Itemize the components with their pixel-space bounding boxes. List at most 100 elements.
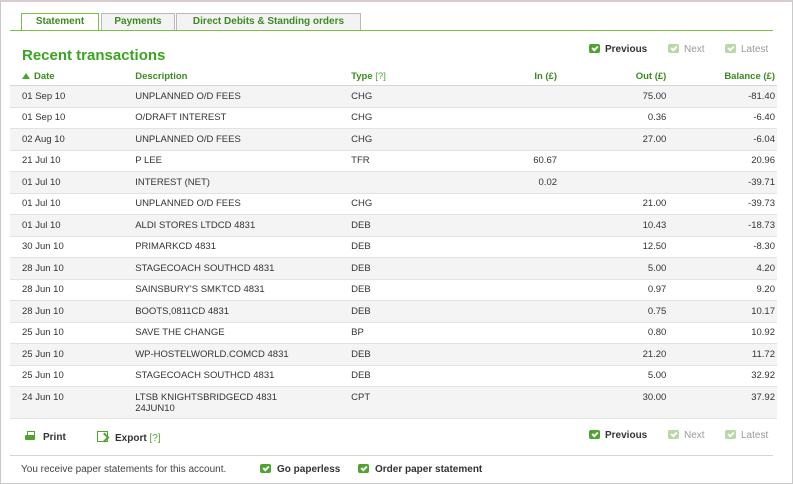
row-date: 01 Sep 10 xyxy=(10,85,136,108)
row-date: 28 Jun 10 xyxy=(10,257,136,280)
row-type: BP xyxy=(351,322,462,344)
row-description: PRIMARKCD 4831 xyxy=(135,236,352,258)
sort-up-icon xyxy=(22,73,30,79)
column-date-label: Date xyxy=(34,71,55,82)
column-date[interactable]: Date xyxy=(10,68,136,86)
pager-bottom: Previous Next Latest xyxy=(589,429,779,443)
row-out: 0.75 xyxy=(557,300,667,323)
column-description: Description xyxy=(135,68,352,86)
previous-button[interactable]: Previous xyxy=(589,43,647,56)
export-help-link[interactable]: [?] xyxy=(149,433,160,444)
go-paperless-link[interactable]: Go paperless xyxy=(260,464,340,475)
row-description: O/DRAFT INTEREST xyxy=(135,107,352,129)
table-row: 01 Jul 10 INTEREST (NET) 0.02 -39.71 xyxy=(10,171,777,194)
row-balance: -8.30 xyxy=(666,236,777,258)
export-button[interactable]: Export [?] xyxy=(97,431,161,444)
row-out: 0.36 xyxy=(557,107,667,129)
row-out xyxy=(557,171,667,194)
table-row: 28 Jun 10 SAINSBURY'S SMKTCD 4831 DEB 0.… xyxy=(10,279,777,301)
row-date: 28 Jun 10 xyxy=(10,279,136,301)
latest-label: Latest xyxy=(741,44,769,55)
page-title: Recent transactions xyxy=(22,47,166,64)
check-icon xyxy=(725,430,736,439)
footer-divider xyxy=(10,455,773,456)
type-help-link[interactable]: [?] xyxy=(375,71,386,82)
row-out: 21.20 xyxy=(557,343,667,366)
next-button[interactable]: Next xyxy=(668,43,705,56)
tab-direct-debits[interactable]: Direct Debits & Standing orders xyxy=(176,13,361,30)
export-label: Export xyxy=(115,433,147,444)
row-description: BOOTS,0811CD 4831 xyxy=(135,300,352,323)
tab-payments[interactable]: Payments xyxy=(101,13,175,30)
row-in xyxy=(461,128,558,151)
latest-button[interactable]: Latest xyxy=(725,43,768,56)
row-description: SAVE THE CHANGE xyxy=(135,322,352,344)
row-type: DEB xyxy=(351,279,462,301)
check-icon xyxy=(358,464,369,473)
table-row: 25 Jun 10 WP-HOSTELWORLD.COMCD 4831 DEB … xyxy=(10,343,777,366)
row-balance: 10.92 xyxy=(666,322,777,344)
row-description: ALDI STORES LTDCD 4831 xyxy=(135,214,352,237)
previous-button-bottom[interactable]: Previous xyxy=(589,429,647,442)
row-description-line1: LTSB KNIGHTSBRIDGECD 4831 xyxy=(135,392,278,403)
row-description: UNPLANNED O/D FEES xyxy=(135,193,352,215)
row-type: CHG xyxy=(351,85,462,108)
check-icon xyxy=(668,44,679,53)
check-icon xyxy=(260,464,271,473)
row-date: 02 Aug 10 xyxy=(10,128,136,151)
row-description: INTEREST (NET) xyxy=(135,171,352,194)
row-in xyxy=(461,300,558,323)
row-out: 0.97 xyxy=(557,279,667,301)
row-in xyxy=(461,236,558,258)
next-button-bottom[interactable]: Next xyxy=(668,429,705,442)
row-type: TFR xyxy=(351,150,462,172)
row-in xyxy=(461,322,558,344)
table-row: 25 Jun 10 STAGECOACH SOUTHCD 4831 DEB 5.… xyxy=(10,365,777,387)
column-out: Out (£) xyxy=(557,68,667,86)
row-date: 25 Jun 10 xyxy=(10,322,136,344)
row-description: P LEE xyxy=(135,150,352,172)
tab-statement[interactable]: Statement xyxy=(21,13,99,31)
row-description: SAINSBURY'S SMKTCD 4831 xyxy=(135,279,352,301)
row-in: 0.02 xyxy=(461,171,558,194)
table-row: 01 Sep 10 O/DRAFT INTEREST CHG 0.36 -6.4… xyxy=(10,107,777,129)
row-balance: 10.17 xyxy=(666,300,777,323)
check-icon xyxy=(725,44,736,53)
column-in: In (£) xyxy=(461,68,558,86)
row-in xyxy=(461,85,558,108)
check-icon xyxy=(589,430,600,439)
row-balance: -81.40 xyxy=(666,85,777,108)
row-description: UNPLANNED O/D FEES xyxy=(135,128,352,151)
row-in xyxy=(461,365,558,387)
row-balance: -6.40 xyxy=(666,107,777,129)
row-date: 30 Jun 10 xyxy=(10,236,136,258)
row-balance: 4.20 xyxy=(666,257,777,280)
order-paper-label: Order paper statement xyxy=(375,464,483,475)
row-date: 25 Jun 10 xyxy=(10,343,136,366)
row-balance: 9.20 xyxy=(666,279,777,301)
table-row: 01 Sep 10 UNPLANNED O/D FEES CHG 75.00 -… xyxy=(10,85,777,108)
table-row: 28 Jun 10 BOOTS,0811CD 4831 DEB 0.75 10.… xyxy=(10,300,777,323)
row-type: CPT xyxy=(351,386,462,419)
row-in xyxy=(461,279,558,301)
row-date: 01 Jul 10 xyxy=(10,193,136,215)
pager-top: Previous Next Latest xyxy=(589,43,779,57)
latest-button-bottom[interactable]: Latest xyxy=(725,429,768,442)
order-paper-statement-link[interactable]: Order paper statement xyxy=(358,464,482,475)
row-type: DEB xyxy=(351,365,462,387)
row-out: 30.00 xyxy=(557,386,667,419)
row-balance: 11.72 xyxy=(666,343,777,366)
row-type: DEB xyxy=(351,300,462,323)
table-row: 01 Jul 10 ALDI STORES LTDCD 4831 DEB 10.… xyxy=(10,214,777,237)
table-row: 25 Jun 10 SAVE THE CHANGE BP 0.80 10.92 xyxy=(10,322,777,344)
export-icon xyxy=(97,431,108,442)
print-button[interactable]: Print xyxy=(25,431,66,443)
column-type-label: Type xyxy=(351,71,373,82)
row-out: 12.50 xyxy=(557,236,667,258)
row-in: 60.67 xyxy=(461,150,558,172)
table-row: 24 Jun 10 LTSB KNIGHTSBRIDGECD 4831 24JUN… xyxy=(10,386,777,419)
check-icon xyxy=(589,44,600,53)
check-icon xyxy=(668,430,679,439)
row-in xyxy=(461,214,558,237)
row-date: 25 Jun 10 xyxy=(10,365,136,387)
